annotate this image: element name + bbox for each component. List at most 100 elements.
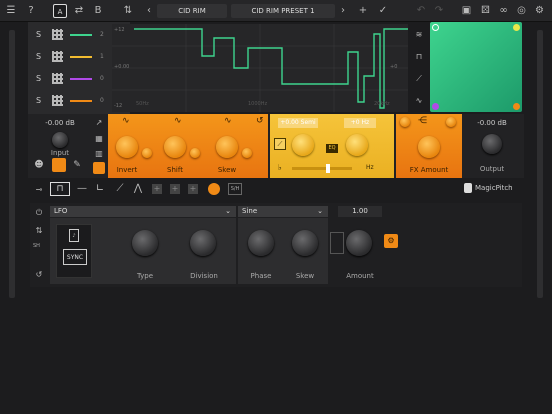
copy-icon[interactable]: ⇄ <box>72 4 86 18</box>
mode-curve-icon[interactable]: ↗ <box>92 116 106 130</box>
mode-bars-icon[interactable]: ▥ <box>92 147 106 161</box>
mod-wave-dropdown[interactable]: Sine ⌄ <box>238 206 328 217</box>
band-color-bar[interactable] <box>70 56 92 58</box>
next-preset-icon[interactable]: › <box>338 4 348 18</box>
shape-tri-icon[interactable]: ⋀ <box>130 182 146 196</box>
wave-noise-icon[interactable]: ≋ <box>412 28 426 42</box>
mode-active-icon[interactable] <box>93 162 105 174</box>
add-point-icon-1[interactable]: + <box>152 184 162 194</box>
add-preset-icon[interactable]: + <box>356 4 370 18</box>
routing-arrow-icon[interactable]: ⊸ <box>32 183 46 197</box>
xy-handle-3[interactable] <box>432 103 439 110</box>
solo-button[interactable]: S <box>36 96 41 105</box>
eq-graph[interactable]: +12 +0.00 -12 50Hz 1000Hz 20kHz <box>112 24 408 112</box>
reset-icon[interactable]: ↺ <box>256 116 264 126</box>
fx-toggle-icon[interactable] <box>52 158 66 172</box>
hz-value[interactable]: +0 Hz <box>344 118 376 128</box>
mod-source-dropdown[interactable]: LFO ⌄ <box>50 206 236 217</box>
record-dot-icon[interactable] <box>208 183 220 195</box>
fx-mini-knob-2[interactable] <box>446 117 456 127</box>
amount-mode-toggle[interactable] <box>330 232 344 254</box>
mod-target-icon[interactable]: ⚙ <box>384 234 398 248</box>
add-point-icon-2[interactable]: + <box>170 184 180 194</box>
mask-icon[interactable]: ☻ <box>32 158 46 172</box>
help-button[interactable]: ? <box>26 4 36 18</box>
wave-saw-icon[interactable]: ⟋ <box>412 72 426 86</box>
eq-badge[interactable]: EQ <box>326 144 338 153</box>
pitch-slider-handle[interactable] <box>326 164 330 173</box>
division-knob[interactable] <box>190 230 216 256</box>
wave-square-icon[interactable]: ⊓ <box>412 50 426 64</box>
band-color-bar[interactable] <box>70 78 92 80</box>
fx-amount-knob[interactable] <box>418 136 440 158</box>
swap-icon[interactable]: ⇅ <box>33 224 45 238</box>
semi-knob[interactable] <box>292 134 314 156</box>
invert-mini-knob[interactable] <box>142 148 152 158</box>
shift-knob[interactable] <box>164 136 186 158</box>
solo-button[interactable]: S <box>36 74 41 83</box>
fx-mini-knob-1[interactable] <box>400 117 410 127</box>
output-knob[interactable] <box>482 134 502 154</box>
sync-button[interactable]: SYNC <box>63 249 87 265</box>
link-icon[interactable]: ∞ <box>497 4 510 18</box>
xy-handle-1[interactable] <box>432 24 439 31</box>
wave-sine-icon-c[interactable]: ∿ <box>224 116 232 126</box>
preset-category[interactable]: CID RIM <box>157 4 227 18</box>
shape-ramp-icon[interactable]: ∟ <box>92 182 108 196</box>
input-knob[interactable] <box>52 132 68 148</box>
xy-pad[interactable] <box>430 22 522 112</box>
grid-icon[interactable] <box>52 51 63 62</box>
sliders-icon[interactable]: ☰ <box>4 4 18 18</box>
redo-icon[interactable]: ↷ <box>433 4 445 18</box>
solo-button[interactable]: S <box>36 30 41 39</box>
slot-b-button[interactable]: B <box>92 4 104 18</box>
band-color-bar[interactable] <box>70 100 92 102</box>
shift-mini-knob[interactable] <box>190 148 200 158</box>
preset-name[interactable]: CID RIM PRESET 1 <box>231 4 335 18</box>
band-color-bar[interactable] <box>70 34 92 36</box>
wave-sine-icon[interactable]: ∿ <box>412 94 426 108</box>
slot-a-button[interactable]: A <box>53 4 67 18</box>
pen-icon[interactable]: ✎ <box>70 158 84 172</box>
skew-knob[interactable] <box>216 136 238 158</box>
wave-sine-icon-a[interactable]: ∿ <box>122 116 130 126</box>
power-icon[interactable]: ⏻ <box>33 206 45 220</box>
settings-icon[interactable]: ⚙ <box>533 4 546 18</box>
routing-icon[interactable]: ⇅ <box>120 4 136 18</box>
sh-toggle[interactable]: S/H <box>228 183 242 195</box>
prev-preset-icon[interactable]: ‹ <box>144 4 154 18</box>
input-label: Input <box>50 149 70 157</box>
undo-icon[interactable]: ↶ <box>415 4 427 18</box>
xy-handle-4[interactable] <box>513 103 520 110</box>
solo-button[interactable]: S <box>36 52 41 61</box>
invert-knob[interactable] <box>116 136 138 158</box>
pitch-slider[interactable] <box>292 167 352 170</box>
midi-icon[interactable]: ◎ <box>515 4 528 18</box>
mode-grid-icon[interactable]: ▦ <box>92 132 106 146</box>
grid-icon[interactable] <box>52 95 63 106</box>
shape-flat-icon[interactable]: — <box>74 182 90 196</box>
hz-knob[interactable] <box>346 134 368 156</box>
note-icon[interactable]: ♪ <box>69 229 79 242</box>
amount-knob[interactable] <box>346 230 372 256</box>
curve-toggle-icon[interactable]: ⟋ <box>274 138 286 150</box>
freq-mid: 1000Hz <box>248 101 268 107</box>
phase-knob[interactable] <box>248 230 274 256</box>
reset-lfo-icon[interactable]: ↺ <box>33 268 45 282</box>
semi-value[interactable]: +0.00 Semi <box>278 118 318 128</box>
save-preset-icon[interactable]: ✓ <box>376 4 390 18</box>
grid-icon[interactable] <box>52 29 63 40</box>
grid-icon[interactable]: ▣ <box>460 4 473 18</box>
wave-sine-icon-b[interactable]: ∿ <box>174 116 182 126</box>
split-icon[interactable]: ⋲ <box>418 116 427 126</box>
mod-value[interactable]: 1.00 <box>338 206 382 217</box>
shape-pulse-icon[interactable]: ⊓ <box>50 182 70 196</box>
dice-icon[interactable]: ⚄ <box>479 4 492 18</box>
skew-lfo-knob[interactable] <box>292 230 318 256</box>
add-point-icon-3[interactable]: + <box>188 184 198 194</box>
grid-icon[interactable] <box>52 73 63 84</box>
shape-saw-icon[interactable]: ⟋ <box>112 182 128 196</box>
type-knob[interactable] <box>132 230 158 256</box>
xy-handle-2[interactable] <box>513 24 520 31</box>
skew-mini-knob[interactable] <box>242 148 252 158</box>
